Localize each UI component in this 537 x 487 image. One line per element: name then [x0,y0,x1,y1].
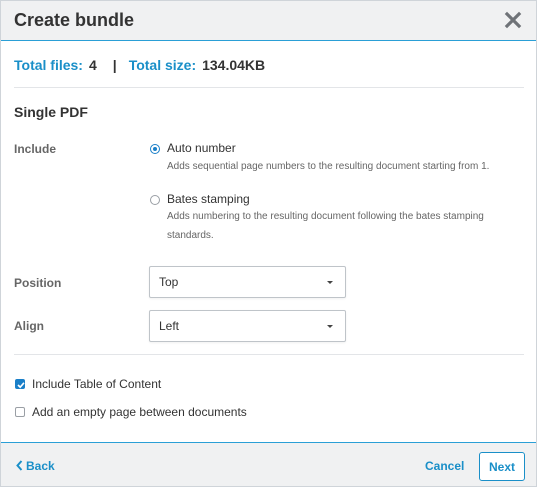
cancel-button[interactable]: Cancel [425,459,464,473]
bates-stamping-radio[interactable] [150,195,160,205]
back-button[interactable]: Back [16,459,55,473]
dialog-footer: Back Cancel Next [1,442,536,486]
dialog-header: Create bundle [1,1,536,41]
divider [14,87,524,88]
summary-separator: | [112,57,117,73]
bates-stamping-description: Adds numbering to the resulting document… [167,211,484,241]
position-label: Position [14,276,62,290]
back-button-label: Back [26,459,55,473]
total-files-label: Total files: [14,57,83,73]
auto-number-label[interactable]: Auto number [167,141,236,155]
create-bundle-dialog: Create bundle Total files: 4 | Total size: 1… [0,0,537,487]
auto-number-description: Adds sequential page numbers to the resu… [167,161,490,172]
total-files-value: 4 [88,57,97,73]
empty-page-label[interactable]: Add an empty page between documents [32,405,247,419]
auto-number-radio[interactable] [150,144,160,154]
bates-stamping-label[interactable]: Bates stamping [167,192,250,206]
include-label: Include [14,142,57,156]
bundle-summary: Total files: 4 | Total size: 134.04KB [14,57,265,73]
position-select-value: Top [159,275,179,289]
close-icon[interactable] [504,11,522,29]
section-title: Single PDF [14,104,88,120]
caret-down-icon [327,281,333,284]
position-select[interactable]: Top [149,266,346,298]
caret-down-icon [327,325,333,328]
next-button[interactable]: Next [479,452,525,481]
total-size-label: Total size: [128,57,197,73]
check-icon [17,382,25,389]
align-label: Align [14,319,44,333]
divider [14,354,524,355]
align-select[interactable]: Left [149,310,346,342]
include-toc-label[interactable]: Include Table of Content [32,377,161,391]
empty-page-checkbox[interactable] [15,407,25,417]
chevron-left-icon [16,460,23,471]
total-size-value: 134.04KB [202,57,266,73]
include-toc-checkbox[interactable] [15,379,25,389]
align-select-value: Left [159,319,180,333]
dialog-title: Create bundle [14,10,135,30]
